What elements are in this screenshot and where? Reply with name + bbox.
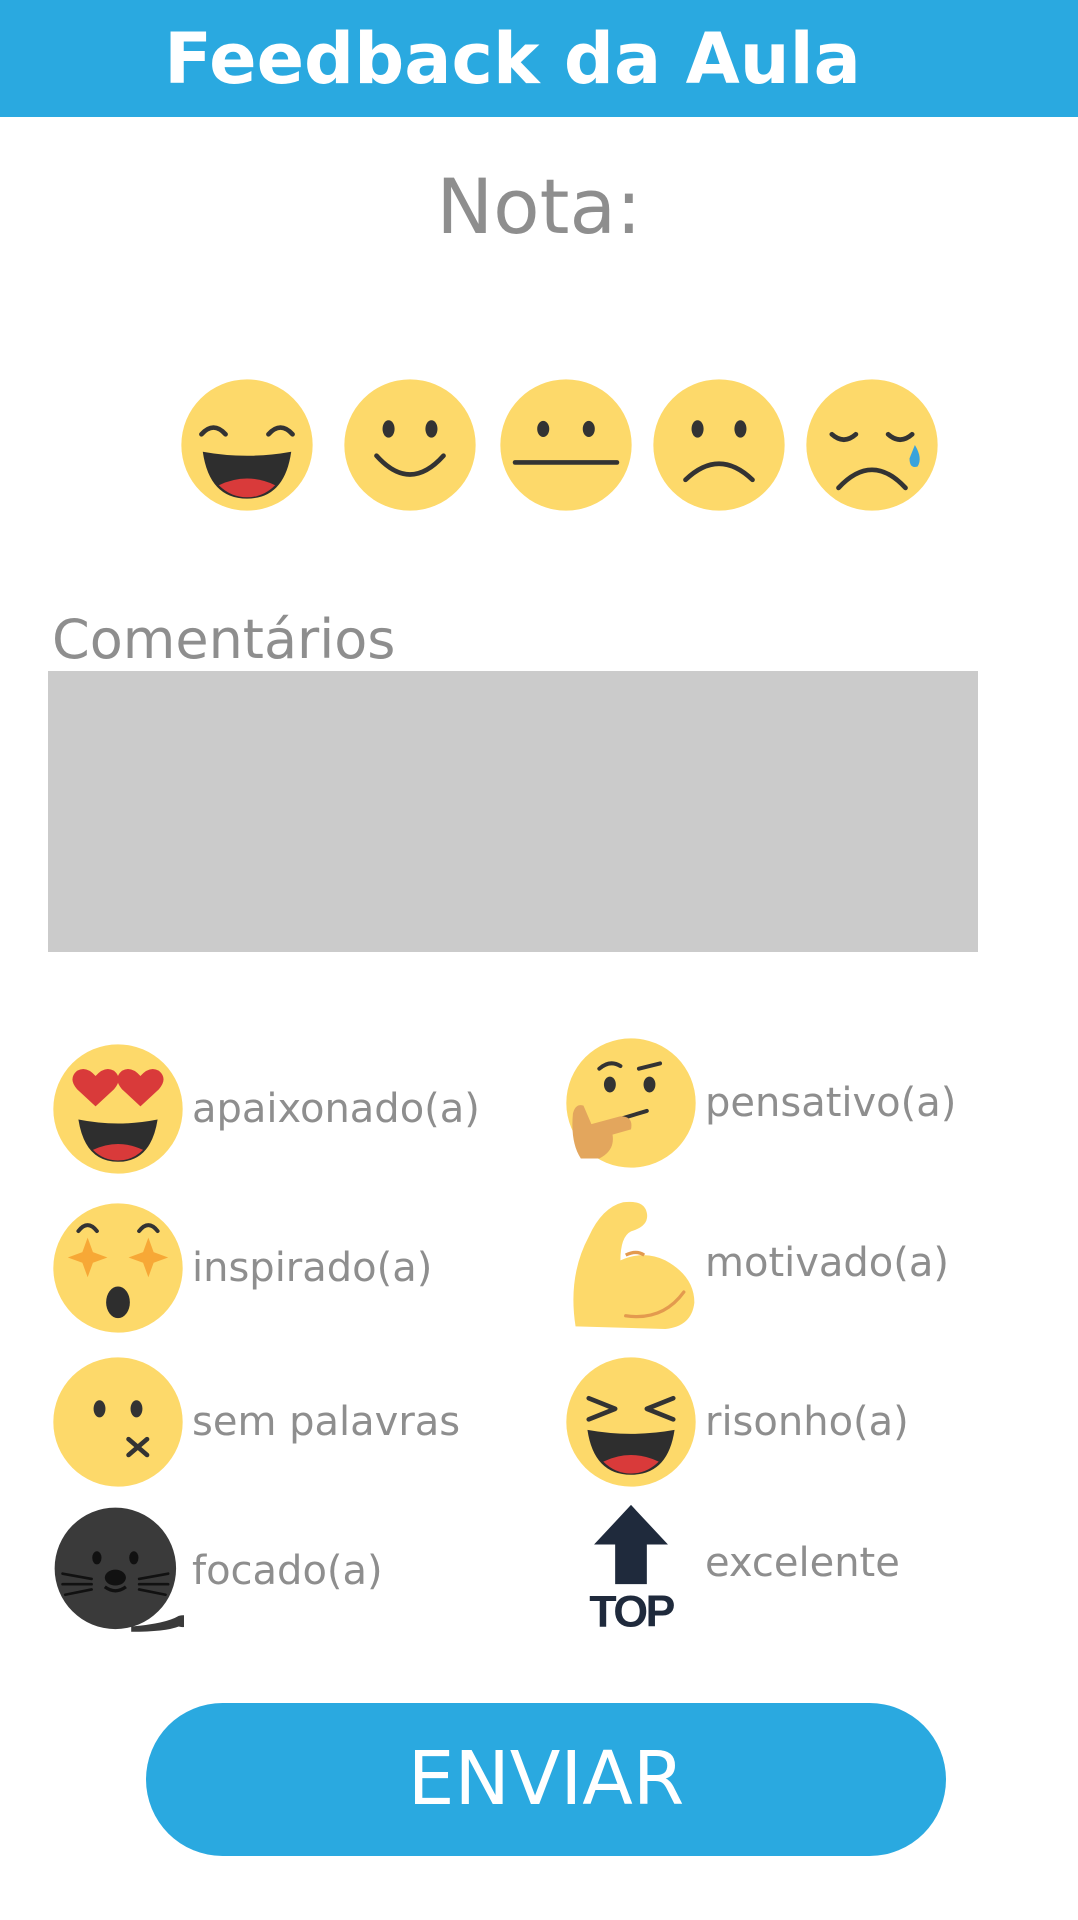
heart-eyes-icon <box>52 1043 184 1175</box>
rating-option-frowning[interactable] <box>652 378 786 512</box>
page-title: Feedback da Aula <box>164 18 861 100</box>
smiling-face-icon <box>344 379 476 511</box>
mood-label: inspirado(a) <box>192 1245 433 1291</box>
crying-face-icon <box>806 379 938 511</box>
flexed-biceps-icon <box>565 1197 697 1329</box>
top-arrow-icon: TOP <box>565 1497 697 1629</box>
mood-label: excelente <box>705 1540 900 1586</box>
top-icon-text: TOP <box>589 1585 674 1629</box>
frowning-face-icon <box>653 379 785 511</box>
laughing-face-icon <box>181 379 313 511</box>
mood-label: motivado(a) <box>705 1240 950 1286</box>
star-struck-icon <box>52 1202 184 1334</box>
mood-label: focado(a) <box>192 1548 383 1594</box>
comments-label: Comentários <box>52 608 396 671</box>
rating-option-neutral[interactable] <box>499 378 633 512</box>
mood-label: apaixonado(a) <box>192 1086 480 1132</box>
neutral-face-icon <box>500 379 632 511</box>
rating-option-smiling[interactable] <box>343 378 477 512</box>
thinking-face-icon <box>565 1037 697 1169</box>
speechless-face-icon <box>52 1356 184 1488</box>
seal-icon <box>52 1505 184 1637</box>
rating-label: Nota: <box>436 162 642 251</box>
header-bar: Feedback da Aula <box>0 0 1078 117</box>
rating-option-laughing[interactable] <box>180 378 314 512</box>
squinting-laugh-icon <box>565 1356 697 1488</box>
mood-label: sem palavras <box>192 1399 461 1445</box>
mood-label: pensativo(a) <box>705 1080 957 1126</box>
mood-label: risonho(a) <box>705 1399 909 1445</box>
comments-textarea[interactable] <box>48 671 978 952</box>
send-button[interactable]: ENVIAR <box>146 1703 946 1856</box>
rating-option-crying[interactable] <box>805 378 939 512</box>
